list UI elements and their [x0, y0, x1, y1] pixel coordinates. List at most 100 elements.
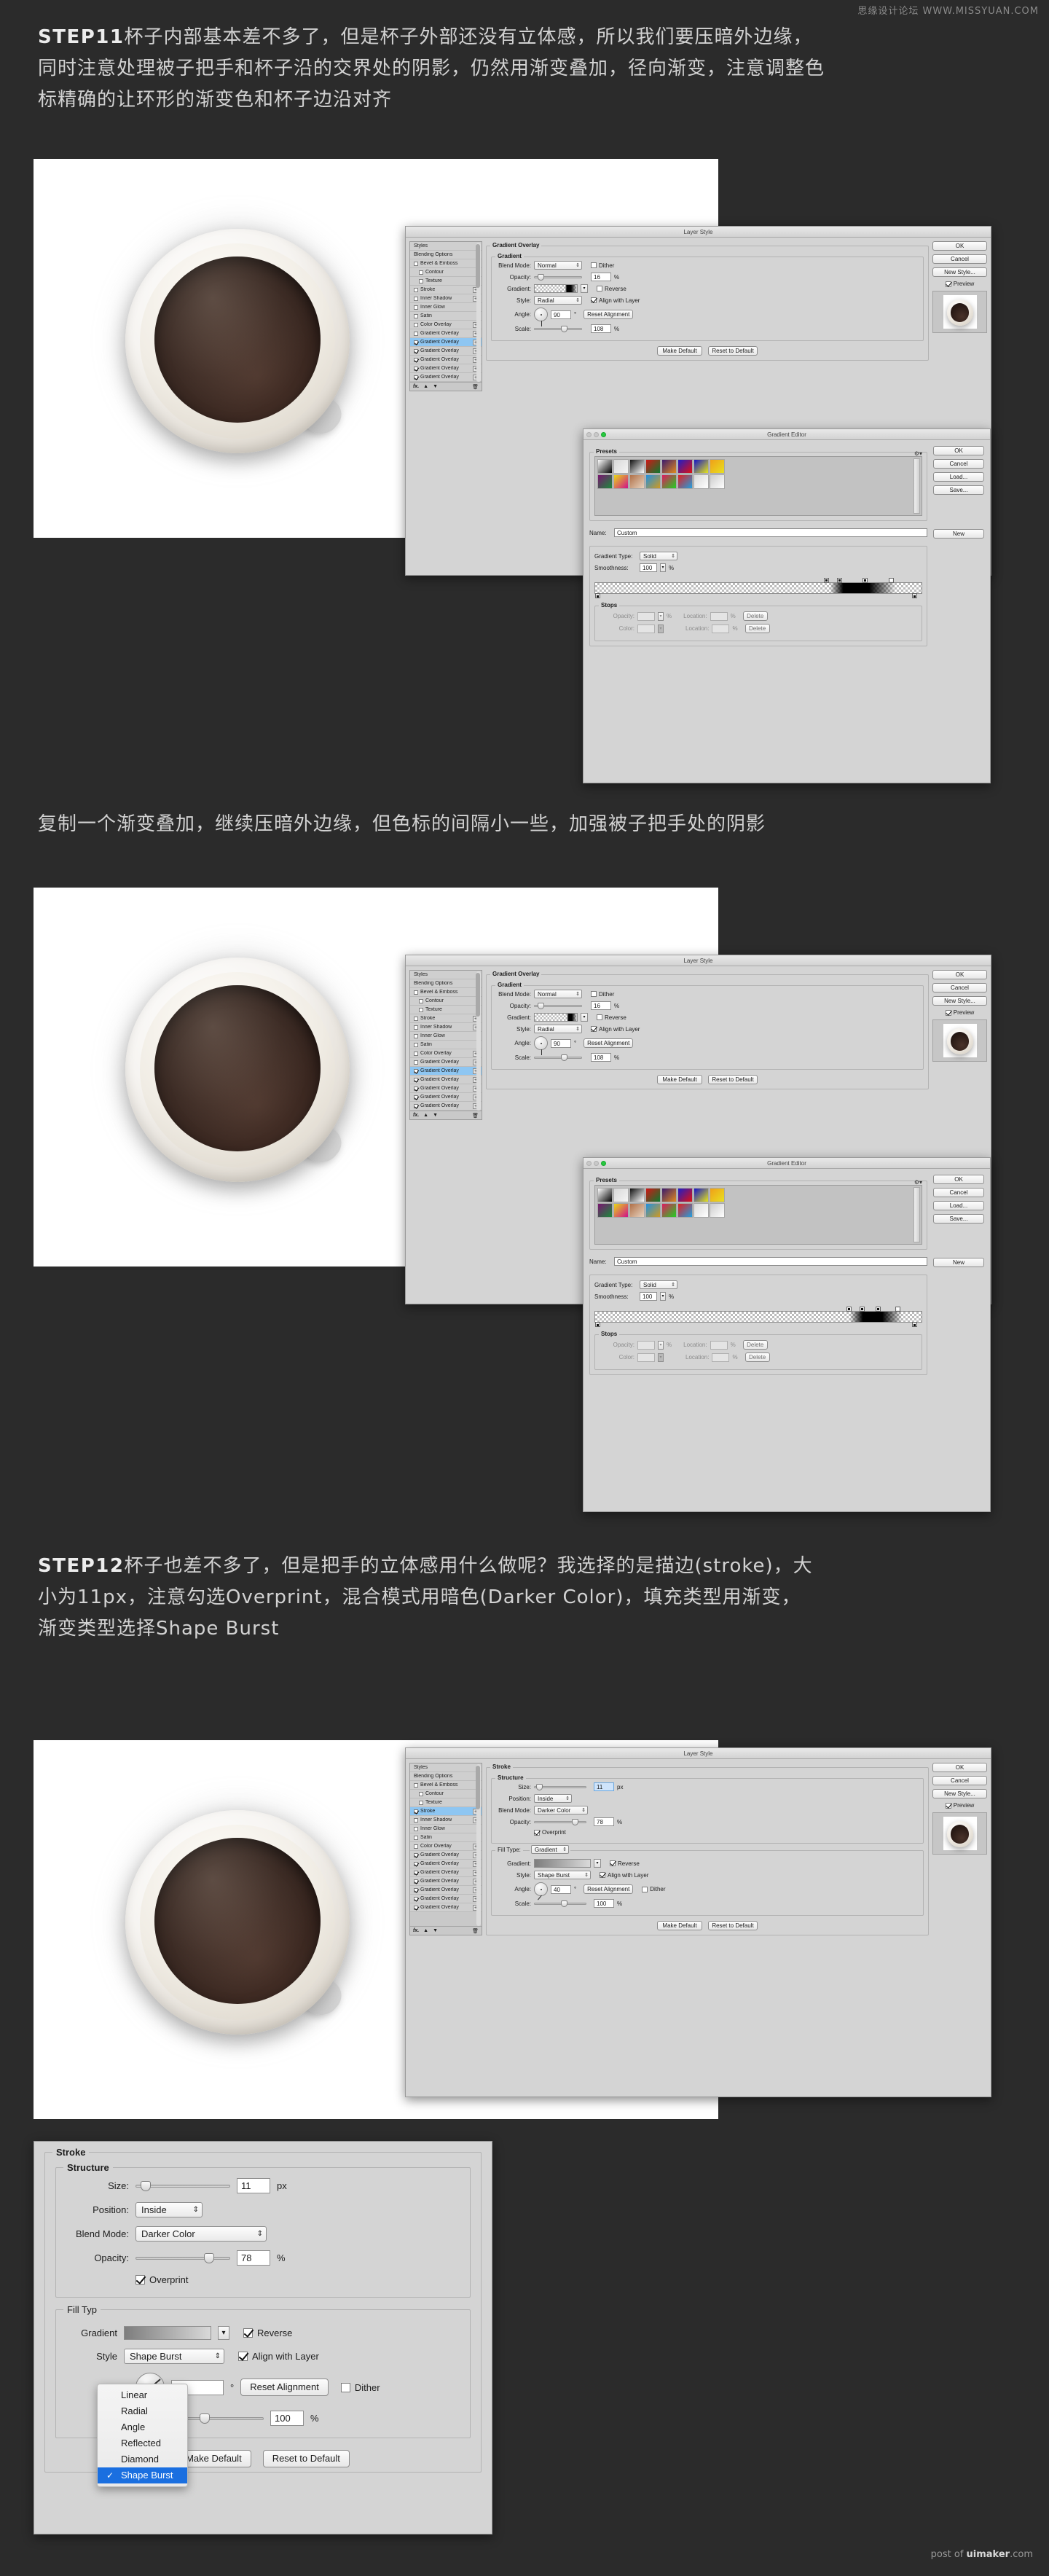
ge-save-button[interactable]: Save...: [933, 485, 984, 495]
stroke-dither-checkbox[interactable]: Dither: [642, 1886, 666, 1892]
styles-list-item-gradient-overlay[interactable]: Gradient Overlay+: [410, 329, 482, 338]
styles-list-item-inner-glow[interactable]: Inner Glow: [410, 1032, 482, 1041]
styles-list-scrollbar[interactable]: [476, 243, 481, 382]
preview-checkbox-box-2[interactable]: [945, 1009, 951, 1016]
style-select-2[interactable]: Radial: [534, 1025, 582, 1033]
gradient-type-select[interactable]: Solid: [640, 552, 677, 560]
reverse-checkbox-box-2[interactable]: [597, 1014, 602, 1020]
presets-grid-2[interactable]: [597, 1188, 726, 1218]
gradient-preset-swatch[interactable]: [661, 1203, 677, 1218]
delete-color-stop-button[interactable]: Delete: [744, 624, 770, 633]
panel-dither-checkbox[interactable]: Dither: [340, 2382, 380, 2393]
reset-to-default-button-2[interactable]: Reset to Default: [708, 1075, 758, 1084]
styles-list-item-bevel-emboss[interactable]: Bevel & Emboss: [410, 259, 482, 268]
stroke-reset-to-default-button[interactable]: Reset to Default: [708, 1921, 758, 1930]
ge-new-button[interactable]: New: [933, 529, 984, 539]
panel-reverse-checkbox[interactable]: Reverse: [243, 2328, 292, 2338]
new-style-button-2[interactable]: New Style...: [932, 996, 987, 1006]
gradient-preset-swatch[interactable]: [645, 474, 661, 489]
styles-list-item-gradient-overlay[interactable]: Gradient Overlay+: [410, 1868, 482, 1877]
stroke-make-default-button[interactable]: Make Default: [657, 1921, 702, 1930]
styles-list-header-styles-3[interactable]: Styles: [410, 1763, 482, 1772]
style-enable-checkbox[interactable]: [419, 278, 423, 283]
styles-list-item-inner-glow[interactable]: Inner Glow: [410, 1825, 482, 1833]
styles-list-1[interactable]: Styles Blending Options Bevel & Emboss Co…: [409, 241, 482, 391]
smoothness-value[interactable]: 100: [640, 563, 657, 572]
style-enable-checkbox[interactable]: [414, 1042, 418, 1047]
align-checkbox-box[interactable]: [591, 297, 597, 303]
reset-alignment-button[interactable]: Reset Alignment: [584, 310, 634, 319]
stops-color-dropdown-2[interactable]: ▾: [658, 1352, 664, 1362]
presets-box[interactable]: [594, 456, 922, 516]
style-enable-checkbox[interactable]: [414, 1060, 418, 1065]
styles-list-item-gradient-overlay[interactable]: Gradient Overlay+: [410, 1102, 482, 1111]
style-enable-checkbox[interactable]: [414, 1025, 418, 1030]
ok-button-2[interactable]: OK: [932, 970, 987, 979]
preview-checkbox-box[interactable]: [945, 281, 951, 287]
gradient-preset-swatch[interactable]: [629, 1188, 645, 1202]
style-enable-checkbox[interactable]: [414, 1879, 418, 1884]
reverse-checkbox-box[interactable]: [597, 286, 602, 291]
style-enable-checkbox[interactable]: [414, 1016, 418, 1021]
style-enable-checkbox[interactable]: [419, 1791, 423, 1796]
style-enable-checkbox[interactable]: [414, 261, 418, 266]
fill-type-select[interactable]: Gradient: [531, 1845, 569, 1854]
gradient-preset-swatch[interactable]: [629, 459, 645, 474]
style-enable-checkbox[interactable]: [414, 287, 418, 292]
stroke-reverse-checkbox[interactable]: Reverse: [610, 1860, 640, 1867]
preview-checkbox-3[interactable]: Preview: [932, 1802, 987, 1809]
cancel-button[interactable]: Cancel: [932, 254, 987, 264]
gradient-preset-swatch[interactable]: [613, 459, 629, 474]
gradient-preset-swatch[interactable]: [645, 1188, 661, 1202]
stroke-opacity-slider[interactable]: [534, 1817, 586, 1826]
opacity-stop[interactable]: [859, 1307, 865, 1312]
panel-gradient-swatch[interactable]: [124, 2326, 211, 2340]
styles-list-item-bevel-emboss[interactable]: Bevel & Emboss: [410, 988, 482, 997]
style-enable-checkbox[interactable]: [414, 1051, 418, 1056]
styles-list-item-satin[interactable]: Satin: [410, 312, 482, 321]
arrow-up-icon[interactable]: ▲: [423, 384, 428, 389]
stops-opacity-location-value-2[interactable]: [710, 1340, 728, 1350]
gradient-preset-swatch[interactable]: [677, 1203, 693, 1218]
panel-blend-mode-select[interactable]: Darker Color: [135, 2226, 267, 2242]
style-enable-checkbox[interactable]: [414, 313, 418, 318]
style-enable-checkbox[interactable]: [414, 296, 418, 301]
reverse-checkbox[interactable]: Reverse: [597, 286, 626, 292]
stops-opacity-location-value[interactable]: [710, 611, 728, 621]
arrow-up-icon[interactable]: ▲: [423, 1928, 428, 1933]
trash-icon[interactable]: 🗑: [472, 1113, 479, 1119]
styles-list-item-gradient-overlay[interactable]: Gradient Overlay+: [410, 1058, 482, 1067]
gradient-preset-swatch[interactable]: [629, 474, 645, 489]
style-enable-checkbox[interactable]: [414, 1861, 418, 1866]
name-input[interactable]: Custom: [614, 528, 927, 537]
panel-size-slider[interactable]: [135, 2178, 230, 2193]
panel-align-checkbox[interactable]: Align with Layer: [238, 2351, 319, 2362]
styles-list-scrollbar-2[interactable]: [476, 971, 481, 1111]
stops-color-swatch-2[interactable]: [637, 1352, 655, 1362]
window-traffic-lights[interactable]: [586, 432, 606, 437]
gradient-swatch-2[interactable]: [534, 1013, 578, 1022]
stops-color-dropdown[interactable]: ▾: [658, 624, 664, 633]
stroke-style-select[interactable]: Shape Burst: [534, 1871, 591, 1879]
style-enable-checkbox[interactable]: [414, 1103, 418, 1108]
styles-list-item-gradient-overlay[interactable]: Gradient Overlay+: [410, 1084, 482, 1093]
gradient-preset-dropdown-2[interactable]: ▾: [581, 1013, 588, 1022]
gradient-preset-swatch[interactable]: [710, 1203, 725, 1218]
delete-color-stop-button-2[interactable]: Delete: [744, 1352, 770, 1362]
styles-list-item-inner-glow[interactable]: Inner Glow: [410, 303, 482, 312]
presets-scrollbar-2[interactable]: [914, 1187, 920, 1242]
panel-position-select[interactable]: Inside: [135, 2202, 203, 2217]
styles-list-item-gradient-overlay[interactable]: Gradient Overlay+: [410, 1067, 482, 1076]
style-enable-checkbox[interactable]: [414, 322, 418, 327]
style-enable-checkbox[interactable]: [414, 1817, 418, 1823]
gradient-type-select-2[interactable]: Solid: [640, 1280, 677, 1289]
styles-list-item-gradient-overlay[interactable]: Gradient Overlay+: [410, 1886, 482, 1895]
style-enable-checkbox[interactable]: [414, 1095, 418, 1100]
gradient-editor-dialog-1[interactable]: Gradient Editor Presets ⚙▾ Name: Custom …: [583, 428, 991, 783]
style-enable-checkbox[interactable]: [414, 1086, 418, 1091]
styles-list-blending-options-2[interactable]: Blending Options: [410, 979, 482, 988]
styles-list-header-styles[interactable]: Styles: [410, 242, 482, 251]
gradient-preset-swatch[interactable]: [694, 459, 709, 474]
styles-list-item-inner-shadow[interactable]: Inner Shadow +: [410, 1023, 482, 1032]
gradient-preset-swatch[interactable]: [629, 1203, 645, 1218]
